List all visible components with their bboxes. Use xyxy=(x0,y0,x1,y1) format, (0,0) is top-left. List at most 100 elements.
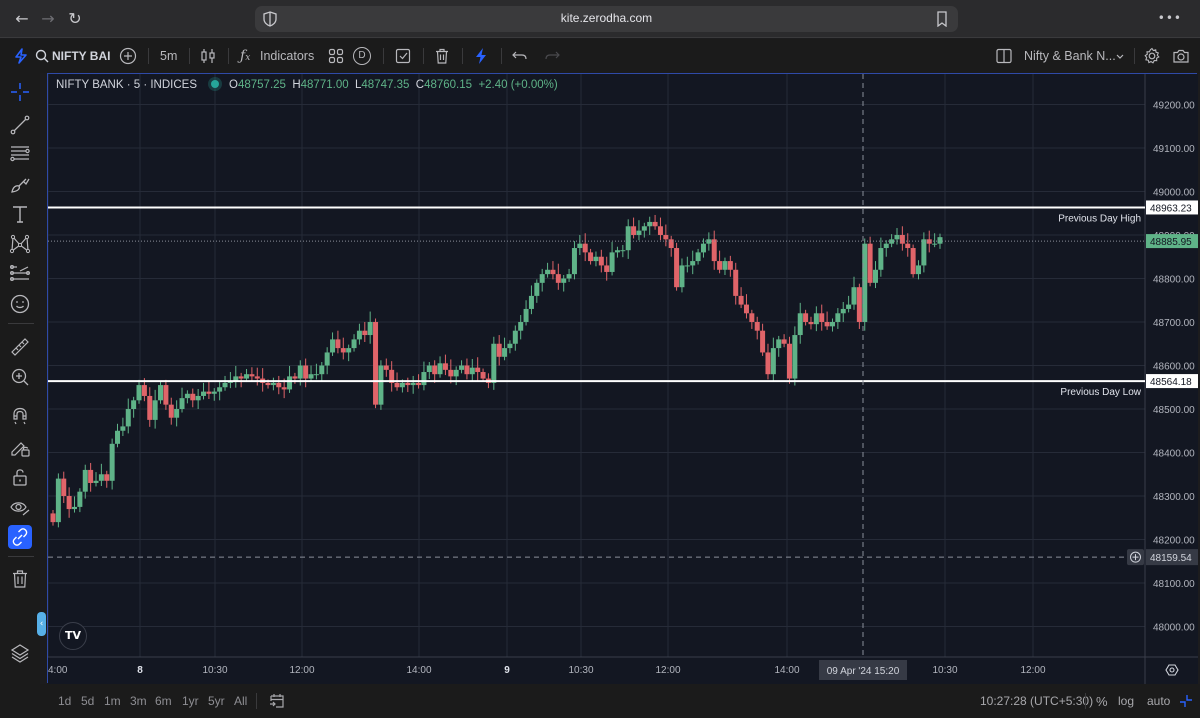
candle-up xyxy=(324,352,330,366)
candle-up xyxy=(131,400,137,410)
trend-line-icon[interactable] xyxy=(8,113,32,137)
redo-icon[interactable] xyxy=(543,47,561,65)
candle-down xyxy=(496,343,502,357)
low-value: 48747.35 xyxy=(361,79,410,91)
symbol-title[interactable]: NIFTY BANK · 5 · INDICES xyxy=(56,79,197,91)
kite-logo-icon[interactable] xyxy=(12,47,30,65)
magnet-icon[interactable] xyxy=(8,405,32,429)
range-button-1yr[interactable]: 1yr xyxy=(182,694,199,708)
divider xyxy=(1085,693,1086,709)
log-scale-toggle[interactable]: log xyxy=(1118,694,1134,708)
candle-down xyxy=(254,376,260,379)
range-button-1m[interactable]: 1m xyxy=(104,694,121,708)
forward-button[interactable]: → xyxy=(38,9,58,29)
zoom-in-icon[interactable] xyxy=(8,365,32,389)
text-icon[interactable] xyxy=(8,202,32,226)
back-button[interactable]: ← xyxy=(12,9,32,29)
candle-up xyxy=(846,304,852,309)
more-menu-button[interactable]: ••• xyxy=(1158,11,1182,25)
prediction-icon[interactable] xyxy=(8,262,32,286)
range-button-5yr[interactable]: 5yr xyxy=(208,694,225,708)
symbol-search[interactable]: NIFTY BAI xyxy=(52,39,110,73)
candle-down xyxy=(808,321,814,325)
candle-down xyxy=(663,234,669,240)
range-button-3m[interactable]: 3m xyxy=(130,694,147,708)
candle-up xyxy=(410,382,416,386)
crosshair-icon[interactable] xyxy=(8,80,32,104)
percent-scale-toggle[interactable]: % xyxy=(1096,694,1108,709)
trash-icon[interactable] xyxy=(433,47,451,65)
template-badge[interactable]: D xyxy=(353,47,371,65)
indicators-button[interactable]: Indicators xyxy=(260,39,314,73)
candle-up xyxy=(921,239,927,266)
layers-icon[interactable] xyxy=(8,641,32,665)
y-axis-label: 48500.00 xyxy=(1153,405,1195,416)
chart-pane[interactable]: 48000.00 48100.00 48200.00 48300.00 48400.00… xyxy=(47,73,1198,684)
lock-drawing-icon[interactable] xyxy=(8,435,32,459)
link-icon[interactable] xyxy=(8,525,32,549)
goto-date-icon[interactable] xyxy=(268,692,286,710)
brush-icon[interactable] xyxy=(8,173,32,197)
candle-down xyxy=(550,269,556,275)
candle-up xyxy=(437,363,443,375)
candle-up xyxy=(851,287,857,305)
reload-button[interactable]: ↻ xyxy=(65,9,85,29)
candle-down xyxy=(163,385,169,405)
candle-down xyxy=(104,474,110,481)
settings-gear-icon[interactable] xyxy=(1143,47,1161,65)
candle-up xyxy=(287,376,293,390)
eye-icon[interactable] xyxy=(8,495,32,519)
pattern-icon[interactable] xyxy=(8,232,32,256)
candle-up xyxy=(507,343,513,349)
chevron-down-icon[interactable] xyxy=(1114,47,1126,65)
candle-up xyxy=(545,269,551,275)
candle-down xyxy=(432,365,438,375)
candle-down xyxy=(905,243,911,249)
layout-name-dropdown[interactable]: Nifty & Bank N... xyxy=(1024,39,1116,73)
interval-button[interactable]: 5m xyxy=(160,39,177,73)
candle-type-icon[interactable] xyxy=(199,47,217,65)
range-button-all[interactable]: All xyxy=(234,694,247,708)
fx-icon[interactable]: ƒx xyxy=(240,39,250,73)
checkbox-icon[interactable] xyxy=(394,47,412,65)
auto-scale-toggle[interactable]: auto xyxy=(1147,694,1170,708)
address-bar[interactable]: kite.zerodha.com xyxy=(255,6,958,32)
candle-down xyxy=(88,469,94,483)
candle-down xyxy=(604,265,610,272)
candle-up xyxy=(835,313,841,322)
compare-add-icon[interactable] xyxy=(119,47,137,65)
price-chart[interactable]: 48000.00 48100.00 48200.00 48300.00 48400.00… xyxy=(48,74,1198,684)
fib-retracement-icon[interactable] xyxy=(8,142,32,166)
candle-up xyxy=(776,339,782,349)
trash-icon[interactable] xyxy=(8,567,32,591)
emoji-icon[interactable] xyxy=(8,292,32,316)
camera-icon[interactable] xyxy=(1172,47,1190,65)
clock-timezone[interactable]: 10:27:28 (UTC+5:30) xyxy=(980,694,1093,708)
y-axis-label: 48800.00 xyxy=(1153,274,1195,285)
lightning-icon[interactable] xyxy=(472,47,490,65)
ruler-icon[interactable] xyxy=(8,335,32,359)
undo-icon[interactable] xyxy=(511,47,529,65)
divider xyxy=(189,48,190,64)
unlock-icon[interactable] xyxy=(8,465,32,489)
tradingview-logo[interactable]: TV xyxy=(59,622,87,650)
range-button-6m[interactable]: 6m xyxy=(155,694,172,708)
range-button-5d[interactable]: 5d xyxy=(81,694,94,708)
candle-up xyxy=(679,265,685,288)
templates-icon[interactable] xyxy=(327,47,345,65)
drawing-toolbar xyxy=(0,73,40,718)
collapse-toolbar-button[interactable]: ‹ xyxy=(37,612,46,636)
candle-down xyxy=(373,321,379,405)
candle-up xyxy=(211,391,217,394)
candle-up xyxy=(313,374,319,376)
range-button-1d[interactable]: 1d xyxy=(58,694,71,708)
high-value: 48771.00 xyxy=(300,79,349,91)
fullscreen-icon[interactable] xyxy=(1178,693,1194,709)
candle-down xyxy=(206,391,212,394)
search-icon[interactable] xyxy=(35,47,49,65)
x-axis-label: 10:30 xyxy=(932,665,957,676)
x-axis-label: 14:00 xyxy=(406,665,431,676)
close-label: C xyxy=(415,79,425,91)
split-layout-icon[interactable] xyxy=(995,47,1013,65)
bookmark-icon[interactable] xyxy=(936,11,948,27)
